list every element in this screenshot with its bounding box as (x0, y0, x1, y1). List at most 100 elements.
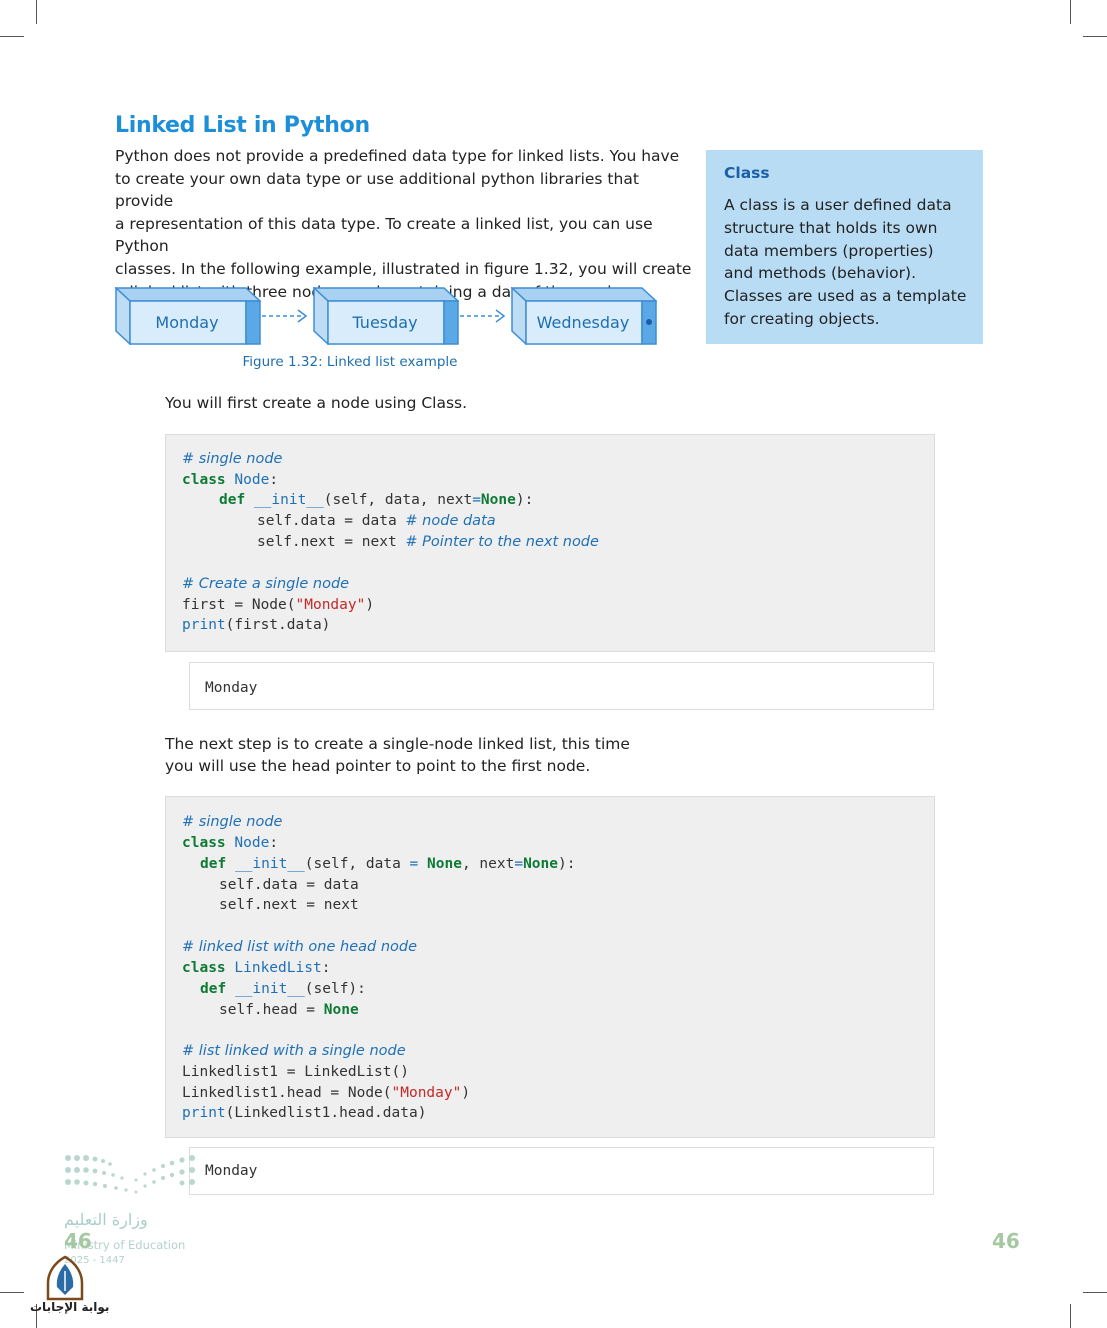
output-block: Monday (189, 662, 934, 710)
code-function: print (182, 1105, 226, 1121)
code-keyword: def (200, 981, 227, 997)
intro-line: to create your own data type or use addi… (115, 169, 639, 211)
code-line: # linked list with one head node (182, 939, 417, 955)
code-keyword: class (182, 472, 226, 488)
figure-caption: Figure 1.32: Linked list example (242, 354, 458, 370)
code-text: ) (461, 1085, 471, 1101)
code-text: : (321, 960, 331, 976)
code-keyword: None (427, 856, 462, 872)
code-keyword: def (200, 856, 227, 872)
code-keyword: class (182, 960, 226, 976)
code-line: print(first.data) (182, 617, 330, 633)
code-text: self.next = next (219, 897, 359, 913)
pen-logo-icon (46, 1255, 84, 1301)
code-string: "Monday" (391, 1085, 462, 1101)
code-function: __init__ (234, 981, 305, 997)
code-line: def __init__(self, data, next=None): (219, 492, 533, 508)
code-comment: # single node (182, 451, 283, 467)
node-wednesday: Wednesday (511, 287, 657, 345)
code-line: # list linked with a single node (182, 1043, 406, 1059)
code-text: self.head = (219, 1002, 324, 1018)
code-operator: = (409, 856, 419, 872)
paragraph-line: The next step is to create a single-node… (165, 735, 630, 753)
crop-mark (0, 1292, 24, 1293)
crop-mark (0, 36, 24, 37)
crop-mark (36, 0, 37, 24)
page-number-right: 46 (992, 1229, 1020, 1253)
code-block: # single node class Node: def __init__(s… (165, 796, 935, 1138)
sidebox-text: A class is a user defined data structure… (724, 194, 972, 331)
code-line: Linkedlist1 = LinkedList() (182, 1064, 409, 1080)
code-keyword: None (523, 856, 558, 872)
code-line: self.data = data # node data (257, 513, 496, 529)
code-block: # single node class Node: def __init__(s… (165, 434, 935, 652)
paragraph-line: you will use the head pointer to point t… (165, 757, 591, 775)
code-text: ) (365, 597, 375, 613)
sidebox-line: structure that holds its own (724, 218, 938, 237)
code-string: "Monday" (295, 597, 366, 613)
arrow-icon (460, 306, 510, 326)
paragraph: You will first create a node using Class… (165, 394, 468, 412)
code-keyword: def (219, 492, 246, 508)
code-line: def __init__(self, data = None, next=Non… (200, 856, 575, 872)
intro-line: Python does not provide a predefined dat… (115, 147, 680, 165)
crop-mark (1070, 0, 1071, 24)
code-text: Linkedlist1.head = Node( (182, 1085, 392, 1101)
code-comment: # linked list with one head node (182, 939, 418, 955)
code-line: class Node: (182, 472, 278, 488)
code-text: self.next = next (257, 534, 397, 550)
code-line: self.head = None (219, 1002, 359, 1018)
code-text: (self): (304, 981, 366, 997)
node-label: Tuesday (352, 313, 418, 332)
code-text: , next (461, 856, 515, 872)
code-line: print(Linkedlist1.head.data) (182, 1105, 426, 1121)
code-line: # single node (182, 814, 282, 830)
code-line: self.next = next (219, 897, 359, 913)
code-text: first = Node( (182, 597, 296, 613)
code-line: class Node: (182, 835, 278, 851)
logo-caption: بوابة الإجابات (30, 1300, 110, 1314)
code-class-name: Node (234, 835, 270, 851)
arrow-icon (262, 306, 312, 326)
code-comment: # Create a single node (182, 576, 350, 592)
code-operator: = (472, 492, 481, 508)
sidebox-line: data members (properties) (724, 241, 934, 260)
code-text: (first.data) (225, 617, 331, 633)
code-line: self.next = next # Pointer to the next n… (257, 534, 599, 550)
code-text: self.data = data (219, 877, 359, 893)
node-tuesday: Tuesday (313, 287, 459, 345)
node-label: Monday (155, 313, 219, 332)
node-monday: Monday (115, 287, 261, 345)
node-label: Wednesday (536, 313, 630, 332)
code-line: class LinkedList: (182, 960, 330, 976)
code-comment: # node data (405, 513, 496, 529)
code-comment: # Pointer to the next node (405, 534, 599, 550)
output-text: Monday (205, 1163, 258, 1179)
code-text: : (269, 835, 279, 851)
code-operator: = (514, 856, 524, 872)
code-comment: # single node (182, 814, 283, 830)
code-text: self.data = data (257, 513, 397, 529)
code-function: __init__ (234, 856, 305, 872)
output-text: Monday (205, 680, 258, 696)
page-number-left: 46 (64, 1229, 92, 1253)
code-text: Linkedlist1 = LinkedList() (182, 1064, 409, 1080)
crop-mark (1083, 1292, 1107, 1293)
output-block: Monday (189, 1147, 934, 1195)
code-class-name: LinkedList (234, 960, 322, 976)
code-line: # Create a single node (182, 576, 349, 592)
code-comment: # list linked with a single node (182, 1043, 406, 1059)
crop-mark (1070, 1304, 1071, 1328)
code-text: (self, data (304, 856, 410, 872)
crop-mark (1083, 36, 1107, 37)
code-line: first = Node("Monday") (182, 597, 374, 613)
code-function: print (182, 617, 226, 633)
code-keyword: class (182, 835, 226, 851)
code-line: def __init__(self): (200, 981, 366, 997)
code-text: (Linkedlist1.head.data) (225, 1105, 427, 1121)
code-keyword: None (480, 492, 516, 508)
code-keyword: None (323, 1002, 359, 1018)
sidebox-line: for creating objects. (724, 309, 880, 328)
code-line: self.data = data (219, 877, 359, 893)
class-definition-box: Class A class is a user defined data str… (706, 150, 983, 344)
